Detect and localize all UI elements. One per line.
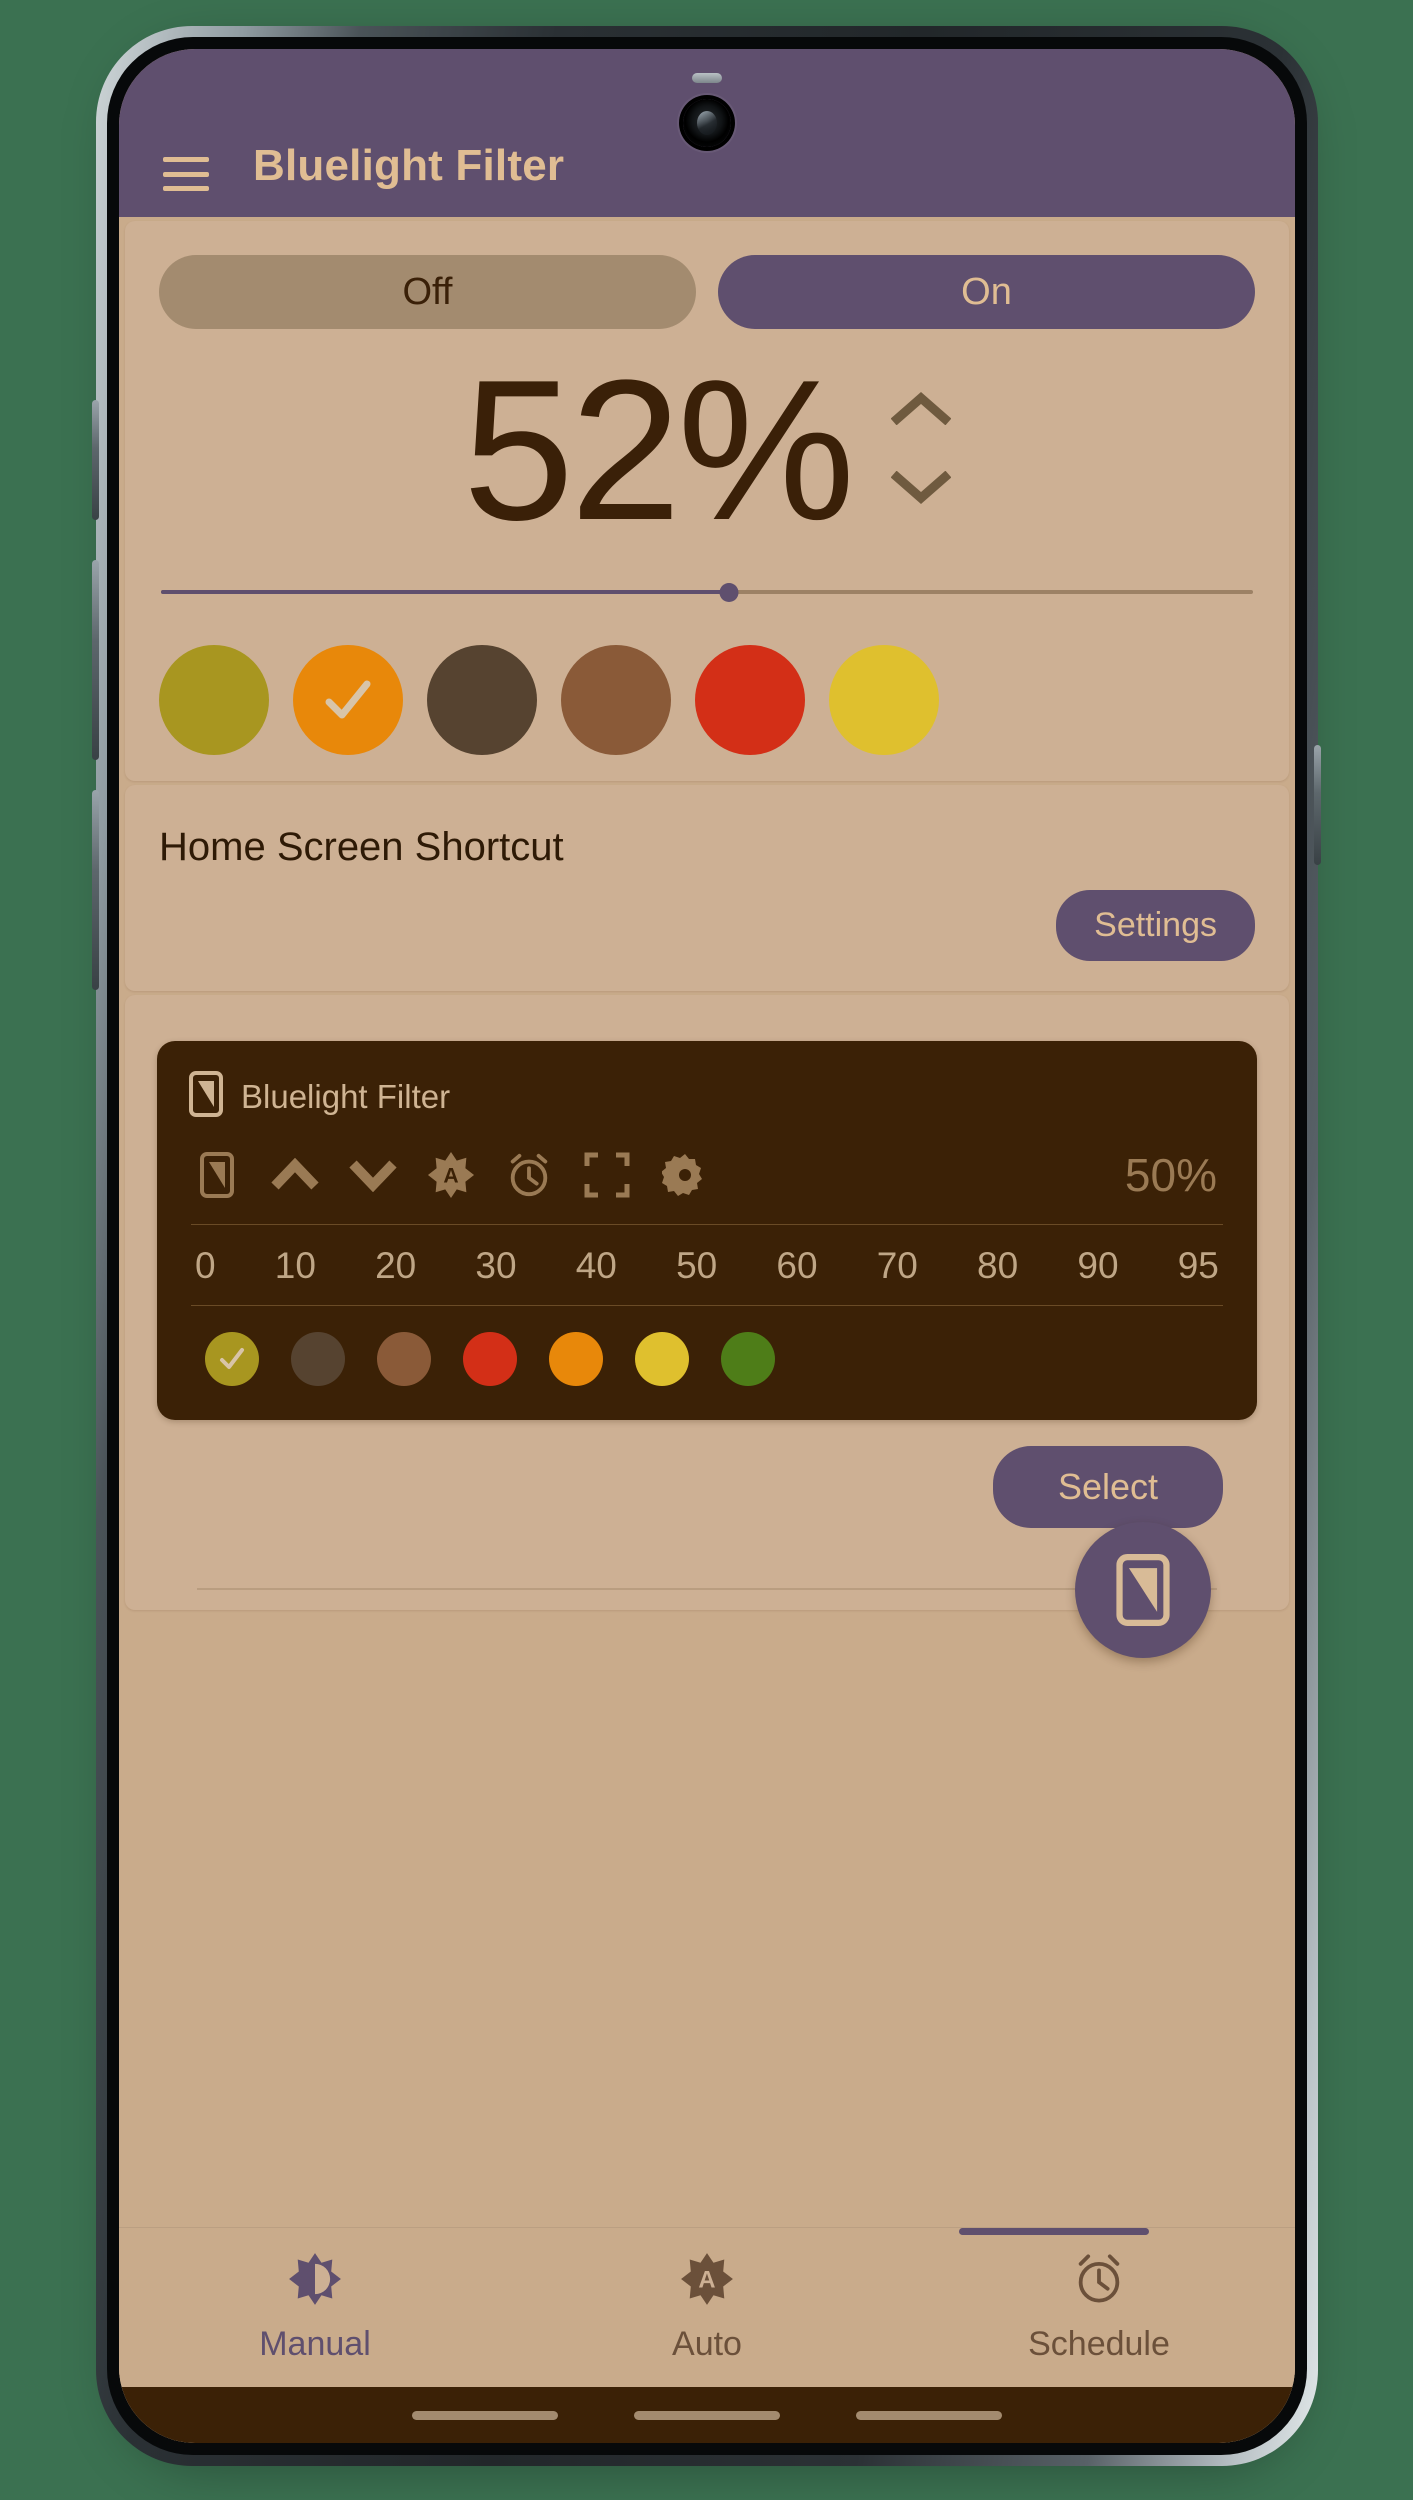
phone-screen-icon[interactable] [193, 1151, 241, 1199]
nav-active-indicator [959, 2228, 1149, 2235]
phone-device-frame: Bluelight Filter Off On 52% Home Screen … [96, 26, 1318, 2466]
phone-button-side [92, 790, 99, 990]
color-swatch-medium-brown[interactable] [561, 645, 671, 755]
scale-step-90[interactable]: 90 [1077, 1245, 1118, 1287]
notification-divider-bottom [191, 1305, 1223, 1306]
notification-dot-olive[interactable] [205, 1332, 259, 1386]
slider-thumb[interactable] [719, 583, 739, 602]
color-swatch-olive[interactable] [159, 645, 269, 755]
check-icon [220, 1348, 244, 1369]
phone-button-side [1314, 745, 1321, 865]
nav-label-manual: Manual [259, 2324, 371, 2363]
page-title: Bluelight Filter [253, 141, 565, 190]
select-button[interactable]: Select [993, 1446, 1223, 1528]
notification-preview: Bluelight Filter A 50% 0 10 20 30 40 50 … [157, 1041, 1257, 1420]
phone-screen-icon [189, 1071, 223, 1122]
scale-step-0[interactable]: 0 [195, 1245, 216, 1287]
filter-control-card: Off On 52% [125, 221, 1289, 781]
brightness-half-icon [288, 2252, 342, 2311]
check-icon [325, 680, 371, 719]
alarm-clock-icon[interactable] [505, 1151, 553, 1199]
notification-dot-green[interactable] [721, 1332, 775, 1386]
filter-on-button[interactable]: On [718, 255, 1255, 329]
slider-fill [161, 590, 729, 594]
power-toggle-group: Off On [159, 255, 1255, 329]
color-swatch-list [159, 645, 1255, 755]
svg-text:A: A [443, 1165, 458, 1188]
notification-dot-medium-brown[interactable] [377, 1332, 431, 1386]
nav-item-auto[interactable]: A Auto [511, 2252, 903, 2364]
phone-button-side [92, 400, 99, 520]
screen-filter-fab[interactable] [1075, 1522, 1211, 1658]
nav-label-auto: Auto [672, 2324, 742, 2363]
notification-percent: 50% [1124, 1149, 1217, 1201]
earpiece-speaker [692, 73, 722, 83]
app-content: Off On 52% Home Screen Shortcut Settings… [119, 221, 1295, 2443]
home-screen-shortcut-card: Home Screen Shortcut Settings [125, 785, 1289, 991]
select-button-row: Select [157, 1446, 1257, 1528]
scale-step-10[interactable]: 10 [275, 1245, 316, 1287]
opacity-percent-value: 52% [462, 339, 855, 562]
settings-button[interactable]: Settings [1056, 890, 1255, 961]
auto-badge-icon[interactable]: A [427, 1151, 475, 1199]
scale-step-80[interactable]: 80 [977, 1245, 1018, 1287]
opacity-slider[interactable] [161, 575, 1253, 609]
opacity-display-row: 52% [159, 343, 1255, 559]
fullscreen-icon[interactable] [583, 1151, 631, 1199]
opacity-steppers [891, 391, 952, 511]
content-divider [197, 1588, 1217, 1590]
scale-step-70[interactable]: 70 [877, 1245, 918, 1287]
notification-dot-yellow[interactable] [635, 1332, 689, 1386]
notification-header: Bluelight Filter [189, 1071, 1225, 1122]
phone-bezel: Bluelight Filter Off On 52% Home Screen … [107, 37, 1307, 2455]
bottom-navigation: Manual A Auto Schedule [119, 2227, 1295, 2387]
shortcut-actions: Settings [159, 890, 1255, 961]
notification-action-row: A 50% [189, 1148, 1225, 1202]
chevron-up-icon[interactable] [891, 391, 952, 425]
chevron-down-icon[interactable] [891, 471, 952, 505]
svg-text:A: A [698, 2266, 715, 2293]
screenshot-stage: Bluelight Filter Off On 52% Home Screen … [0, 0, 1413, 2500]
filter-off-button[interactable]: Off [159, 255, 696, 329]
scale-step-20[interactable]: 20 [375, 1245, 416, 1287]
color-swatch-yellow[interactable] [829, 645, 939, 755]
chevron-down-icon[interactable] [349, 1151, 397, 1199]
gesture-bar-segment[interactable] [856, 2410, 1002, 2420]
scale-step-95[interactable]: 95 [1178, 1245, 1219, 1287]
notification-color-dots [189, 1332, 1225, 1386]
notification-divider-top [191, 1224, 1223, 1225]
nav-item-schedule[interactable]: Schedule [903, 2252, 1295, 2364]
notification-dot-dark-brown[interactable] [291, 1332, 345, 1386]
gear-icon[interactable] [661, 1151, 709, 1199]
scale-step-40[interactable]: 40 [576, 1245, 617, 1287]
color-swatch-red[interactable] [695, 645, 805, 755]
gesture-bar-segment[interactable] [412, 2410, 558, 2420]
notification-dot-orange[interactable] [549, 1332, 603, 1386]
phone-button-side [92, 560, 99, 760]
notification-dot-red[interactable] [463, 1332, 517, 1386]
front-camera-icon [683, 99, 731, 147]
system-gesture-bar [119, 2387, 1295, 2443]
notification-level-scale: 0 10 20 30 40 50 60 70 80 90 95 [189, 1245, 1225, 1287]
gesture-bar-segment[interactable] [634, 2410, 780, 2420]
phone-screen: Bluelight Filter Off On 52% Home Screen … [119, 49, 1295, 2443]
scale-step-30[interactable]: 30 [475, 1245, 516, 1287]
notification-title: Bluelight Filter [241, 1077, 451, 1115]
auto-badge-icon: A [680, 2252, 734, 2311]
scale-step-50[interactable]: 50 [676, 1245, 717, 1287]
hamburger-menu-icon[interactable] [163, 157, 209, 191]
nav-label-schedule: Schedule [1028, 2324, 1170, 2363]
chevron-up-icon[interactable] [271, 1151, 319, 1199]
nav-item-manual[interactable]: Manual [119, 2252, 511, 2364]
scale-step-60[interactable]: 60 [776, 1245, 817, 1287]
color-swatch-dark-brown[interactable] [427, 645, 537, 755]
color-swatch-orange[interactable] [293, 645, 403, 755]
alarm-clock-icon [1072, 2252, 1126, 2311]
notification-preview-card: Bluelight Filter A 50% 0 10 20 30 40 50 … [125, 995, 1289, 1658]
shortcut-title: Home Screen Shortcut [159, 825, 564, 869]
